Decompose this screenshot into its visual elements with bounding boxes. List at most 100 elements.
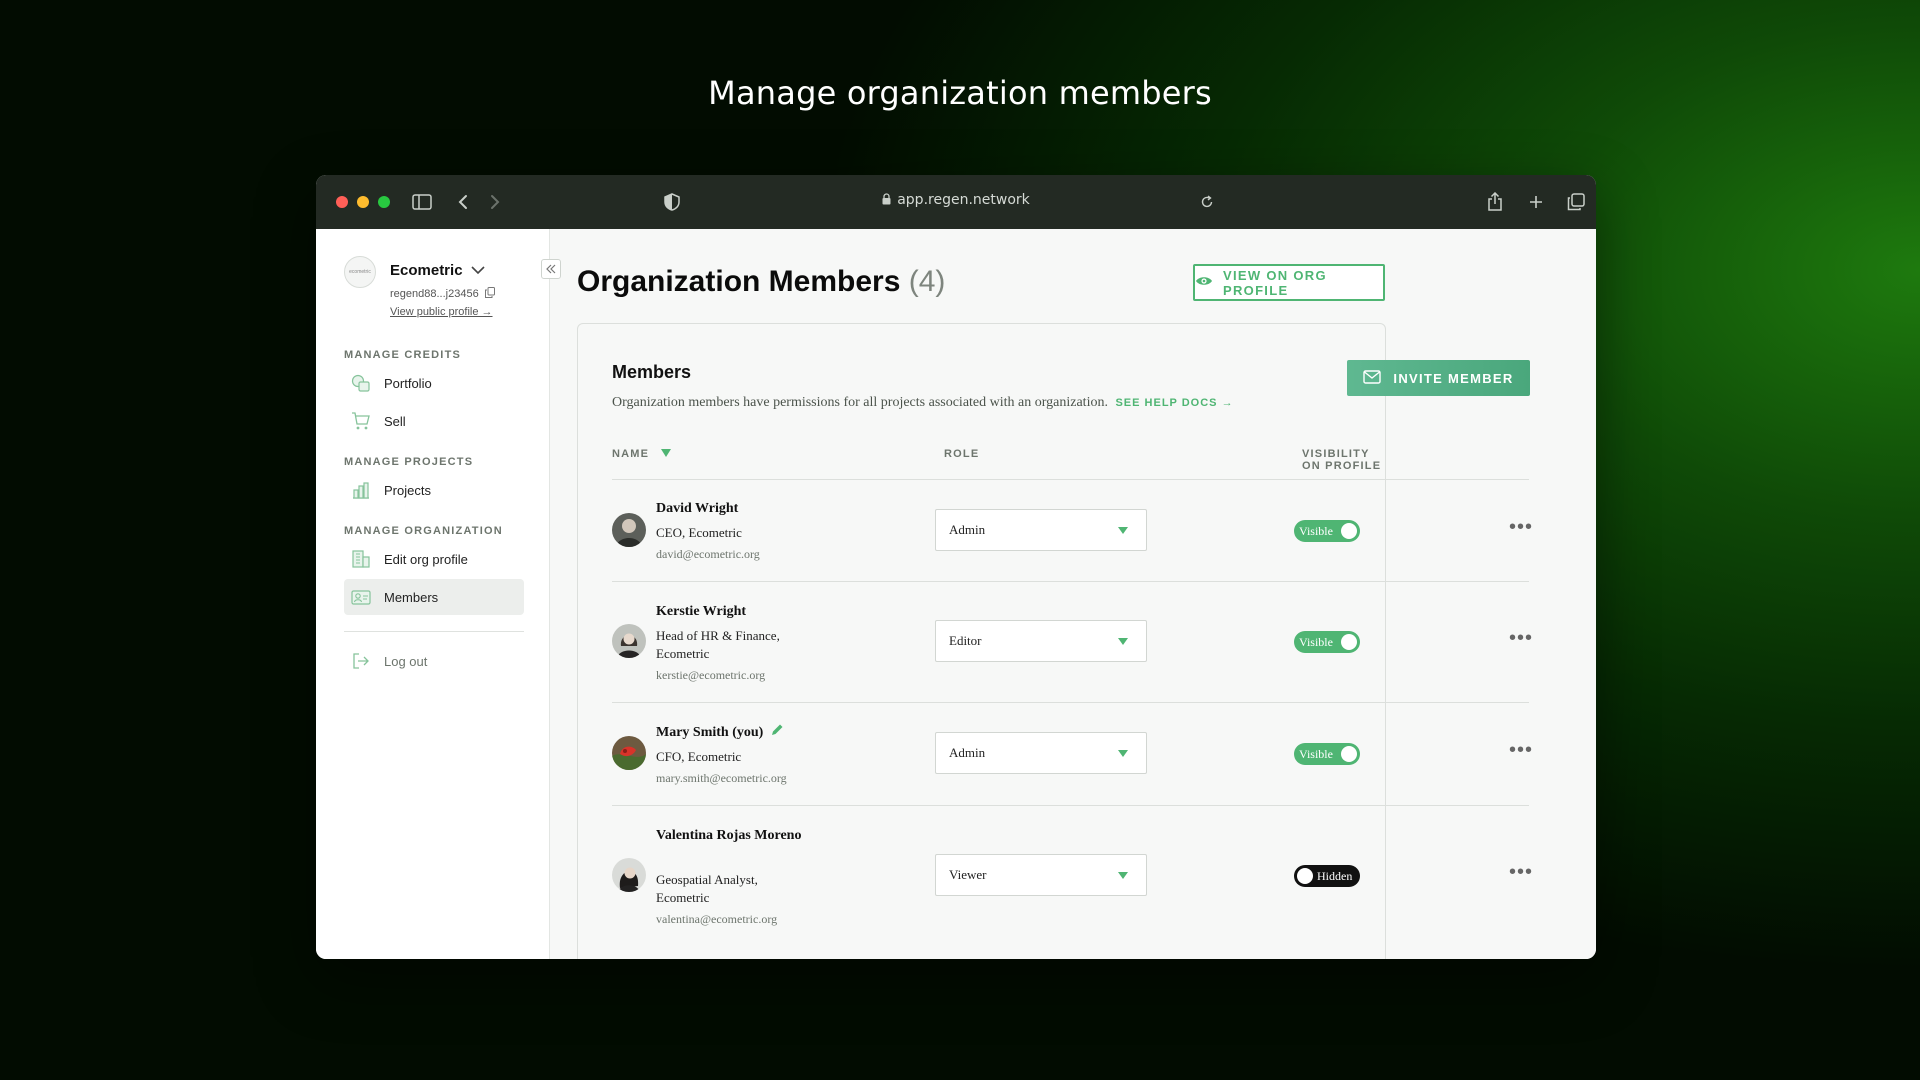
visibility-toggle[interactable]: Visible bbox=[1294, 743, 1360, 765]
view-public-profile-link[interactable]: View public profile → bbox=[390, 306, 493, 318]
row-divider bbox=[612, 805, 1529, 806]
org-switcher[interactable]: Ecometric bbox=[390, 262, 485, 279]
member-email: kerstie@ecometric.org bbox=[656, 668, 766, 682]
section-manage-projects: MANAGE PROJECTS bbox=[344, 456, 474, 468]
collapse-sidebar-icon[interactable] bbox=[541, 259, 561, 279]
invite-member-label: INVITE MEMBER bbox=[1393, 370, 1514, 386]
view-on-org-profile-label: VIEW ON ORG PROFILE bbox=[1223, 267, 1327, 298]
member-email: mary.smith@ecometric.org bbox=[656, 771, 787, 785]
new-tab-icon[interactable] bbox=[1525, 191, 1547, 213]
member-title: CEO, Ecometric bbox=[656, 525, 742, 540]
card-description: Organization members have permissions fo… bbox=[612, 395, 1234, 411]
lock-icon bbox=[882, 193, 891, 209]
role-select[interactable]: Viewer bbox=[935, 854, 1147, 896]
section-manage-credits: MANAGE CREDITS bbox=[344, 349, 462, 361]
role-select[interactable]: Admin bbox=[935, 732, 1147, 774]
visibility-toggle-label: Visible bbox=[1299, 523, 1333, 538]
role-select[interactable]: Admin bbox=[935, 509, 1147, 551]
avatar bbox=[612, 736, 646, 770]
column-header-name-label: NAME bbox=[612, 448, 650, 460]
view-on-org-profile-button[interactable]: VIEW ON ORG PROFILE bbox=[1193, 264, 1385, 301]
member-name: Mary Smith (you) bbox=[656, 725, 764, 740]
member-email: david@ecometric.org bbox=[656, 547, 760, 561]
column-header-visibility: VISIBILITY ON PROFILE bbox=[1302, 448, 1382, 472]
role-select-value: Admin bbox=[949, 745, 986, 760]
org-name: Ecometric bbox=[390, 262, 463, 279]
eye-icon bbox=[1195, 275, 1213, 290]
card-title: Members bbox=[612, 362, 692, 382]
row-divider bbox=[612, 581, 1529, 582]
sidebar-item-label: Projects bbox=[384, 482, 431, 498]
share-icon[interactable] bbox=[1484, 191, 1506, 213]
toggle-knob bbox=[1341, 746, 1357, 762]
more-options-icon[interactable]: ••• bbox=[1509, 739, 1533, 762]
logout-label: Log out bbox=[384, 653, 428, 669]
sidebar-item-projects[interactable]: Projects bbox=[344, 472, 524, 508]
header-divider bbox=[612, 479, 1529, 480]
reload-icon[interactable] bbox=[1196, 191, 1218, 213]
tab-overview-icon[interactable] bbox=[1565, 191, 1587, 213]
invite-member-button[interactable]: INVITE MEMBER bbox=[1347, 360, 1530, 396]
org-address: regend88...j23456 bbox=[390, 287, 495, 301]
see-help-docs-link[interactable]: SEE HELP DOCS → bbox=[1115, 397, 1233, 409]
url-text: app.regen.network bbox=[897, 192, 1030, 208]
card-description-text: Organization members have permissions fo… bbox=[612, 395, 1108, 410]
visibility-toggle[interactable]: Visible bbox=[1294, 520, 1360, 542]
member-name: David Wright bbox=[656, 501, 739, 516]
more-options-icon[interactable]: ••• bbox=[1509, 861, 1533, 884]
member-title: Geospatial Analyst, Ecometric bbox=[656, 872, 758, 905]
sort-down-icon bbox=[661, 448, 672, 460]
headline: Manage organization members bbox=[708, 74, 1212, 112]
page-title-text: Organization Members bbox=[577, 265, 901, 298]
sidebar-item-label: Edit org profile bbox=[384, 551, 468, 567]
main-content: Organization Members (4) VIEW ON ORG PRO… bbox=[541, 229, 1596, 959]
members-card: Members Organization members have permis… bbox=[577, 323, 1532, 959]
sidebar-item-label: Portfolio bbox=[384, 375, 432, 391]
more-options-icon[interactable]: ••• bbox=[1509, 516, 1533, 539]
toggle-knob bbox=[1341, 634, 1357, 650]
role-select-value: Admin bbox=[949, 522, 986, 537]
visibility-toggle-label: Visible bbox=[1299, 746, 1333, 761]
row-divider bbox=[612, 702, 1529, 703]
members-icon bbox=[350, 586, 372, 608]
caret-down-icon bbox=[1118, 872, 1128, 879]
cart-icon bbox=[350, 410, 372, 432]
sidebar-item-label: Members bbox=[384, 589, 439, 605]
browser-toolbar: app.regen.network bbox=[316, 175, 1596, 229]
visibility-toggle-label: Visible bbox=[1299, 634, 1333, 649]
sidebar-item-portfolio[interactable]: Portfolio bbox=[344, 365, 524, 401]
toggle-knob bbox=[1297, 868, 1313, 884]
logout-icon bbox=[350, 650, 372, 672]
member-name-row: Mary Smith (you) bbox=[656, 723, 856, 743]
address-bar[interactable]: app.regen.network bbox=[316, 192, 1596, 209]
visibility-toggle[interactable]: Hidden bbox=[1294, 865, 1360, 887]
role-select[interactable]: Editor bbox=[935, 620, 1147, 662]
logout-button[interactable]: Log out bbox=[344, 643, 524, 679]
column-header-name[interactable]: NAME bbox=[612, 448, 672, 460]
member-title: Head of HR & Finance, Ecometric bbox=[656, 628, 780, 661]
edit-pencil-icon[interactable] bbox=[771, 723, 784, 743]
section-manage-organization: MANAGE ORGANIZATION bbox=[344, 525, 503, 537]
browser-window: app.regen.network ecometric Ecometric re… bbox=[316, 175, 1596, 959]
column-header-role: ROLE bbox=[944, 448, 980, 460]
sidebar-item-sell[interactable]: Sell bbox=[344, 403, 524, 439]
portfolio-icon bbox=[350, 372, 372, 394]
copy-icon[interactable] bbox=[484, 287, 495, 301]
visibility-toggle-label: Hidden bbox=[1317, 868, 1353, 883]
org-address-text: regend88...j23456 bbox=[390, 288, 479, 300]
sidebar-item-members[interactable]: Members bbox=[344, 579, 524, 615]
avatar bbox=[612, 858, 646, 892]
more-options-icon[interactable]: ••• bbox=[1509, 627, 1533, 650]
mail-icon bbox=[1363, 369, 1382, 387]
role-select-value: Viewer bbox=[949, 867, 987, 882]
sidebar-item-edit-org-profile[interactable]: Edit org profile bbox=[344, 541, 524, 577]
member-email: valentina@ecometric.org bbox=[656, 912, 778, 926]
projects-icon bbox=[350, 479, 372, 501]
visibility-toggle[interactable]: Visible bbox=[1294, 631, 1360, 653]
chevron-down-icon bbox=[470, 262, 485, 279]
avatar bbox=[612, 624, 646, 658]
caret-down-icon bbox=[1118, 750, 1128, 757]
org-logo: ecometric bbox=[344, 256, 376, 288]
sidebar-item-label: Sell bbox=[384, 413, 406, 429]
member-title: CFO, Ecometric bbox=[656, 749, 742, 764]
